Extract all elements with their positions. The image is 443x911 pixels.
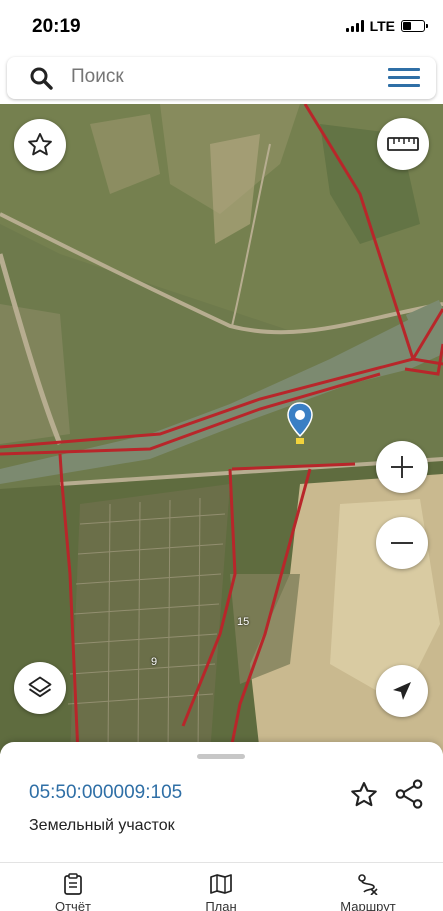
satellite-map[interactable]: 15 9: [0, 104, 443, 754]
tab-route[interactable]: Маршрут: [323, 873, 413, 911]
share-icon[interactable]: [394, 778, 424, 810]
parcel-number-label: 15: [237, 616, 250, 628]
star-icon: [28, 132, 52, 156]
layers-icon: [28, 676, 52, 698]
map-imagery: [0, 104, 443, 754]
drag-handle[interactable]: [197, 754, 245, 759]
my-location-button[interactable]: [376, 665, 428, 717]
menu-icon[interactable]: [388, 68, 420, 88]
layers-button[interactable]: [14, 662, 66, 714]
favorite-star-icon[interactable]: [349, 780, 379, 810]
favorites-button[interactable]: [14, 119, 66, 171]
location-pin-icon[interactable]: [286, 402, 314, 446]
ruler-icon: [387, 137, 419, 151]
map-icon: [210, 874, 232, 894]
navigation-arrow-icon: [393, 682, 411, 700]
bottom-tab-bar: Отчёт План Маршрут: [0, 862, 443, 911]
parcel-type: Земельный участок: [29, 817, 175, 834]
tab-report-label: Отчёт: [54, 899, 92, 911]
status-time: 20:19: [32, 16, 81, 37]
cadastral-number[interactable]: 05:50:000009:105: [29, 782, 182, 804]
search-input[interactable]: [71, 66, 371, 88]
clipboard-icon: [64, 873, 82, 895]
signal-icon: [345, 20, 364, 32]
search-icon[interactable]: [29, 66, 53, 90]
parcel-number-label: 9: [151, 656, 158, 668]
tab-plan-label: План: [205, 899, 237, 911]
tab-plan[interactable]: План: [176, 873, 266, 911]
minus-icon: [391, 542, 413, 544]
plus-icon: [391, 456, 413, 478]
battery-level: [403, 22, 411, 30]
tab-route-label: Маршрут: [340, 899, 396, 911]
zoom-in-button[interactable]: [376, 441, 428, 493]
zoom-out-button[interactable]: [376, 517, 428, 569]
ruler-button[interactable]: [377, 118, 429, 170]
network-type: LTE: [369, 18, 395, 34]
battery-icon: [401, 20, 428, 32]
status-bar: 20:19 LTE: [0, 0, 443, 54]
status-indicators: LTE: [345, 18, 428, 34]
parcel-details-sheet[interactable]: 05:50:000009:105 Земельный участок: [0, 742, 443, 862]
search-bar: [7, 57, 436, 99]
route-icon: [358, 874, 378, 895]
tab-report[interactable]: Отчёт: [28, 873, 118, 911]
